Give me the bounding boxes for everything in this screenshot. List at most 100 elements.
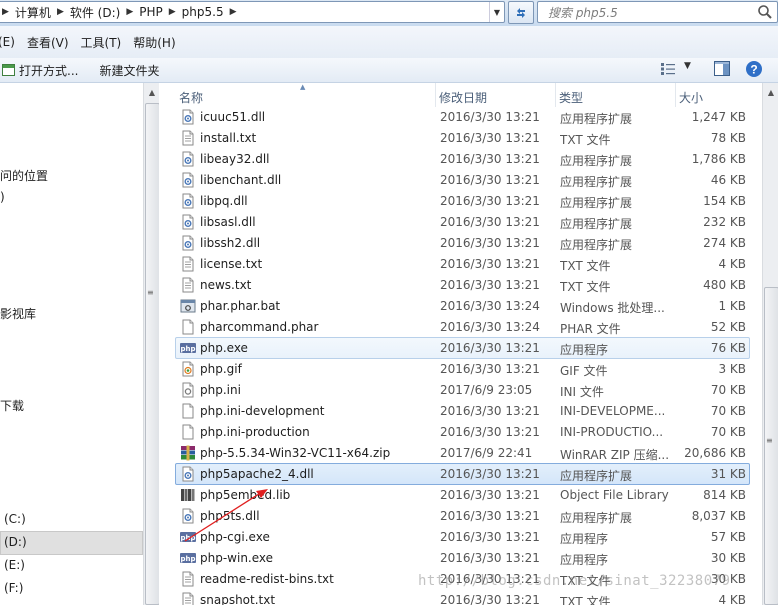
svg-text:php: php <box>180 555 195 563</box>
file-row[interactable]: phar.phar.bat 2016/3/30 13:24 Windows 批处理.… <box>175 295 750 317</box>
watermark: http://blog.csdn.net/sinat_32238079 <box>418 573 731 589</box>
file-row[interactable]: php.ini-production 2016/3/30 13:21 INI-PRO… <box>175 421 750 443</box>
breadcrumb[interactable]: ▶ 计算机 ▶ 软件 (D:) ▶ PHP ▶ php5.5 ▶ ▼ <box>0 1 505 23</box>
file-list-scrollbar-thumb[interactable] <box>764 287 778 605</box>
dll-icon <box>182 466 194 482</box>
refresh-icon <box>517 7 525 18</box>
file-name: php-win.exe <box>200 551 274 565</box>
search-icon[interactable] <box>757 4 773 20</box>
file-type: 应用程序扩展 <box>560 511 633 525</box>
file-row[interactable]: install.txt 2016/3/30 13:21 TXT 文件 78 KB <box>175 127 750 149</box>
nav-item-drive-f[interactable]: (F:) <box>4 581 23 595</box>
dll-icon <box>182 235 194 251</box>
txt-icon <box>182 256 194 272</box>
menu-edit[interactable]: (E) <box>0 35 24 49</box>
column-header-row: 名称 ▲ 修改日期 类型 大小 <box>159 83 762 107</box>
file-type: PHAR 文件 <box>560 322 621 336</box>
file-row[interactable]: php php.exe 2016/3/30 13:21 应用程序 76 KB <box>175 337 750 359</box>
breadcrumb-drive-d[interactable]: 软件 (D:) <box>67 4 123 21</box>
new-folder-button[interactable]: 新建文件夹 <box>99 62 159 79</box>
command-toolbar: 打开方式... 新建文件夹 ▼ ? <box>0 58 778 83</box>
file-row[interactable]: license.txt 2016/3/30 13:21 TXT 文件 4 KB <box>175 253 750 275</box>
file-modified-date: 2016/3/30 13:21 <box>440 278 540 292</box>
preview-pane-icon[interactable] <box>714 61 730 76</box>
file-type: TXT 文件 <box>560 133 611 147</box>
file-row[interactable]: libeay32.dll 2016/3/30 13:21 应用程序扩展 1,786 K… <box>175 148 750 170</box>
nav-item[interactable]: ) <box>0 190 5 204</box>
refresh-button[interactable] <box>508 1 534 24</box>
file-name: php5apache2_4.dll <box>200 467 314 481</box>
sort-ascending-icon: ▲ <box>300 83 306 91</box>
breadcrumb-php[interactable]: PHP <box>136 5 166 19</box>
file-row[interactable]: libpq.dll 2016/3/30 13:21 应用程序扩展 154 KB <box>175 190 750 212</box>
file-row[interactable]: icuuc51.dll 2016/3/30 13:21 应用程序扩展 1,247 KB <box>175 106 750 128</box>
chevron-right-icon[interactable]: ▶ <box>0 7 12 17</box>
view-dropdown-icon[interactable]: ▼ <box>684 61 691 71</box>
chevron-right-icon[interactable]: ▶ <box>54 7 67 17</box>
file-name: readme-redist-bins.txt <box>200 572 334 586</box>
file-row[interactable]: php php-win.exe 2016/3/30 13:21 应用程序 30 KB <box>175 547 750 569</box>
file-name: php.exe <box>200 341 248 355</box>
menu-view[interactable]: 查看(V) <box>24 34 78 51</box>
file-row[interactable]: php.gif 2016/3/30 13:21 GIF 文件 3 KB <box>175 358 750 380</box>
nav-item-drive-e[interactable]: (E:) <box>4 558 25 572</box>
view-options-icon[interactable] <box>660 62 676 76</box>
column-header-type[interactable]: 类型 <box>555 83 676 107</box>
bat-icon <box>180 299 196 313</box>
column-header-size[interactable]: 大小 <box>675 83 759 107</box>
chevron-right-icon[interactable]: ▶ <box>227 7 240 17</box>
file-size: 70 KB <box>710 425 746 439</box>
breadcrumb-computer[interactable]: 计算机 <box>12 4 54 21</box>
column-header-name[interactable]: 名称 <box>175 83 436 107</box>
chevron-right-icon[interactable]: ▶ <box>166 7 179 17</box>
address-dropdown-icon[interactable]: ▼ <box>489 2 504 22</box>
file-name: snapshot.txt <box>200 593 276 605</box>
file-row[interactable]: pharcommand.phar 2016/3/30 13:24 PHAR 文件 52… <box>175 316 750 338</box>
file-row[interactable]: libsasl.dll 2016/3/30 13:21 应用程序扩展 232 KB <box>175 211 750 233</box>
search-input[interactable]: 搜索 php5.5 <box>537 1 778 23</box>
file-type: Object File Library <box>560 488 669 502</box>
scroll-up-icon[interactable]: ▲ <box>144 84 160 100</box>
file-row[interactable]: php5apache2_4.dll 2016/3/30 13:21 应用程序扩展 31… <box>175 463 750 485</box>
file-modified-date: 2017/6/9 22:41 <box>440 446 533 460</box>
file-name: install.txt <box>200 131 257 145</box>
file-row[interactable]: php-5.5.34-Win32-VC11-x64.zip 2017/6/9 22… <box>175 442 750 464</box>
file-size: 1,786 KB <box>691 152 746 166</box>
file-size: 1,247 KB <box>691 110 746 124</box>
nav-item-drive-c[interactable]: (C:) <box>4 512 26 526</box>
file-row[interactable]: libenchant.dll 2016/3/30 13:21 应用程序扩展 46 KB <box>175 169 750 191</box>
grip-icon: ≡ <box>766 436 773 445</box>
file-type: 应用程序 <box>560 343 609 357</box>
nav-item-recent-places[interactable]: 问的位置 <box>0 167 48 184</box>
nav-scrollbar-thumb[interactable] <box>145 103 160 605</box>
file-modified-date: 2016/3/30 13:24 <box>440 299 540 313</box>
nav-item-video-library[interactable]: 影视库 <box>0 305 36 322</box>
file-row[interactable]: php.ini 2017/6/9 23:05 INI 文件 70 KB <box>175 379 750 401</box>
scroll-up-icon[interactable]: ▲ <box>763 84 778 100</box>
file-row[interactable]: php.ini-development 2016/3/30 13:21 INI-DE… <box>175 400 750 422</box>
help-icon[interactable]: ? <box>745 60 763 78</box>
file-type: GIF 文件 <box>560 364 608 378</box>
menu-tools[interactable]: 工具(T) <box>78 34 131 51</box>
file-list-scrollbar[interactable]: ▲ ≡ <box>762 83 778 605</box>
file-row[interactable]: libssh2.dll 2016/3/30 13:21 应用程序扩展 274 KB <box>175 232 750 254</box>
file-type: 应用程序扩展 <box>560 196 633 210</box>
file-modified-date: 2016/3/30 13:21 <box>440 509 540 523</box>
file-size: 1 KB <box>718 299 746 313</box>
dll-icon <box>182 193 194 209</box>
file-name: libenchant.dll <box>200 173 282 187</box>
nav-item-drive-d[interactable]: (D:) <box>4 535 27 549</box>
file-row[interactable]: snapshot.txt 2016/3/30 13:21 TXT 文件 4 KB <box>175 589 750 605</box>
file-name: php.gif <box>200 362 242 376</box>
nav-scrollbar[interactable]: ▲ ≡ <box>143 83 160 605</box>
file-name: phar.phar.bat <box>200 299 281 313</box>
nav-item-downloads[interactable]: 下载 <box>0 397 24 414</box>
breadcrumb-php55[interactable]: php5.5 <box>179 5 227 19</box>
file-type: 应用程序扩展 <box>560 112 633 126</box>
chevron-right-icon[interactable]: ▶ <box>123 7 136 17</box>
menu-help[interactable]: 帮助(H) <box>130 34 184 51</box>
open-with-button[interactable]: 打开方式... <box>0 62 78 79</box>
column-header-date[interactable]: 修改日期 <box>435 83 556 107</box>
file-row[interactable]: news.txt 2016/3/30 13:21 TXT 文件 480 KB <box>175 274 750 296</box>
annotation-arrow <box>184 489 268 542</box>
